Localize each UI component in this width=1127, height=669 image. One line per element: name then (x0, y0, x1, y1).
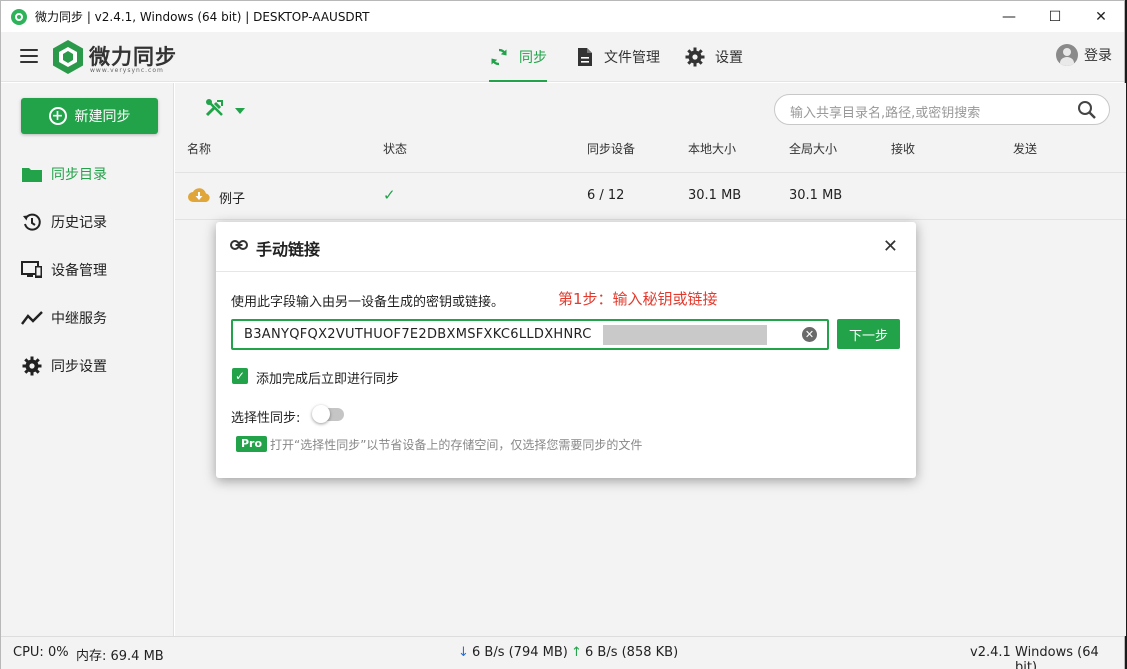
tab-sync-label: 同步 (519, 50, 547, 66)
app-window: 微力同步 | v2.4.1, Windows (64 bit) | DESKTO… (0, 0, 1126, 669)
folder-icon (21, 164, 43, 184)
sidebar: + 新建同步 同步目录 历史记录 设备管理 中继服务 同步设置 (1, 83, 174, 636)
sidebar-item-relay[interactable]: 中继服务 (21, 306, 107, 330)
new-sync-button[interactable]: + 新建同步 (21, 98, 158, 134)
sidebar-item-devices[interactable]: 设备管理 (21, 258, 107, 282)
minimize-button[interactable]: — (986, 1, 1032, 32)
upload-rate: 6 B/s (858 KB) (585, 645, 679, 660)
search-placeholder: 输入共享目录名,路径,或密钥搜索 (790, 106, 981, 121)
tools-dropdown[interactable] (205, 98, 245, 122)
column-header-devices[interactable]: 同步设备 (587, 140, 635, 157)
cpu-usage: CPU: 0% (13, 645, 69, 660)
tab-settings-label: 设置 (715, 50, 743, 66)
next-step-button[interactable]: 下一步 (837, 319, 900, 349)
upload-arrow-icon: ↑ (571, 645, 582, 660)
selective-sync-label: 选择性同步: (231, 411, 301, 426)
sidebar-item-label: 设备管理 (51, 263, 107, 279)
auto-sync-label: 添加完成后立即进行同步 (256, 372, 400, 387)
relay-icon (21, 308, 43, 328)
folder-name: 例子 (219, 192, 246, 207)
sidebar-item-label: 历史记录 (51, 215, 107, 231)
app-header: 微力同步 www.verysync.com 同步 文件管理 设置 登录 (1, 32, 1124, 82)
pro-badge: Pro (236, 436, 268, 452)
column-header-receive[interactable]: 接收 (891, 140, 915, 157)
close-window-button[interactable]: ✕ (1078, 1, 1124, 32)
app-logo-icon (11, 8, 27, 25)
tab-sync[interactable]: 同步 (489, 32, 547, 82)
platform: Windows (64 bit) (1015, 645, 1099, 669)
status-bar: CPU: 0% 内存: 69.4 MB ↓ 6 B/s (794 MB) ↑ 6… (1, 636, 1124, 669)
status-ok-icon: ✓ (383, 186, 396, 204)
login-label: 登录 (1084, 48, 1112, 64)
version: v2.4.1 (970, 645, 1011, 660)
manual-link-dialog: 手动链接 ✕ 使用此字段输入由另一设备生成的密钥或链接。 第1步：输入秘钥或链接… (216, 222, 916, 478)
chevron-down-icon (235, 103, 245, 118)
search-input[interactable]: 输入共享目录名,路径,或密钥搜索 (774, 94, 1110, 125)
login-button[interactable]: 登录 (1056, 44, 1112, 66)
redaction-mask (603, 325, 767, 345)
document-icon (576, 47, 594, 67)
title-bar: 微力同步 | v2.4.1, Windows (64 bit) | DESKTO… (1, 1, 1124, 32)
column-header-status[interactable]: 状态 (383, 140, 407, 157)
tab-settings[interactable]: 设置 (685, 32, 743, 82)
selective-sync-toggle[interactable] (312, 405, 344, 423)
sync-devices-count: 6 / 12 (587, 188, 625, 203)
column-header-send[interactable]: 发送 (1013, 140, 1037, 157)
new-sync-label: 新建同步 (74, 109, 131, 125)
device-icon (21, 260, 43, 280)
memory-usage: 内存: 69.4 MB (76, 649, 164, 664)
tools-icon (205, 98, 225, 122)
maximize-button[interactable]: ☐ (1032, 1, 1078, 32)
sidebar-item-label: 同步目录 (51, 167, 107, 183)
top-nav: 同步 文件管理 设置 (1, 32, 1124, 82)
auto-sync-checkbox[interactable]: ✓ (232, 368, 248, 384)
dialog-header: 手动链接 ✕ (216, 222, 916, 272)
dialog-description: 使用此字段输入由另一设备生成的密钥或链接。 (231, 295, 505, 310)
sidebar-item-sync-settings[interactable]: 同步设置 (21, 354, 107, 378)
sidebar-item-history[interactable]: 历史记录 (21, 210, 107, 234)
download-rate: 6 B/s (794 MB) (472, 645, 568, 660)
global-size: 30.1 MB (789, 188, 843, 203)
gear-icon (685, 47, 705, 67)
dialog-title: 手动链接 (256, 240, 321, 259)
link-icon (230, 239, 248, 255)
download-arrow-icon: ↓ (458, 645, 469, 660)
cloud-download-icon (187, 185, 211, 209)
avatar-icon (1056, 44, 1078, 66)
window-controls: — ☐ ✕ (986, 1, 1124, 32)
table-header: 名称 状态 同步设备 本地大小 全局大小 接收 发送 (175, 138, 1126, 170)
tab-file-manager-label: 文件管理 (604, 50, 660, 66)
history-icon (21, 212, 43, 232)
column-header-global-size[interactable]: 全局大小 (789, 140, 837, 157)
sidebar-item-label: 中继服务 (51, 311, 107, 327)
local-size: 30.1 MB (688, 188, 742, 203)
gear-icon (21, 356, 43, 376)
search-icon[interactable] (1077, 100, 1097, 124)
table-row[interactable]: 例子 ✓ 6 / 12 30.1 MB 30.1 MB (175, 172, 1126, 220)
sync-icon (489, 47, 509, 67)
key-input[interactable]: B3ANYQFQX2VUTHUOF7E2DBXMSFXKC6LLDXHNRC ✕ (231, 319, 829, 350)
key-input-value: B3ANYQFQX2VUTHUOF7E2DBXMSFXKC6LLDXHNRC (244, 327, 592, 342)
column-header-name[interactable]: 名称 (187, 140, 211, 157)
window-title: 微力同步 | v2.4.1, Windows (64 bit) | DESKTO… (35, 10, 370, 24)
sidebar-item-sync-folders[interactable]: 同步目录 (21, 162, 107, 186)
step-hint: 第1步：输入秘钥或链接 (558, 290, 718, 308)
close-icon[interactable]: ✕ (883, 238, 898, 256)
sidebar-item-label: 同步设置 (51, 359, 107, 375)
clear-input-icon[interactable]: ✕ (802, 327, 817, 342)
tab-file-manager[interactable]: 文件管理 (576, 32, 660, 82)
plus-icon: + (48, 107, 67, 125)
pro-description: 打开“选择性同步”以节省设备上的存储空间，仅选择您需要同步的文件 (270, 438, 643, 452)
column-header-local-size[interactable]: 本地大小 (688, 140, 736, 157)
